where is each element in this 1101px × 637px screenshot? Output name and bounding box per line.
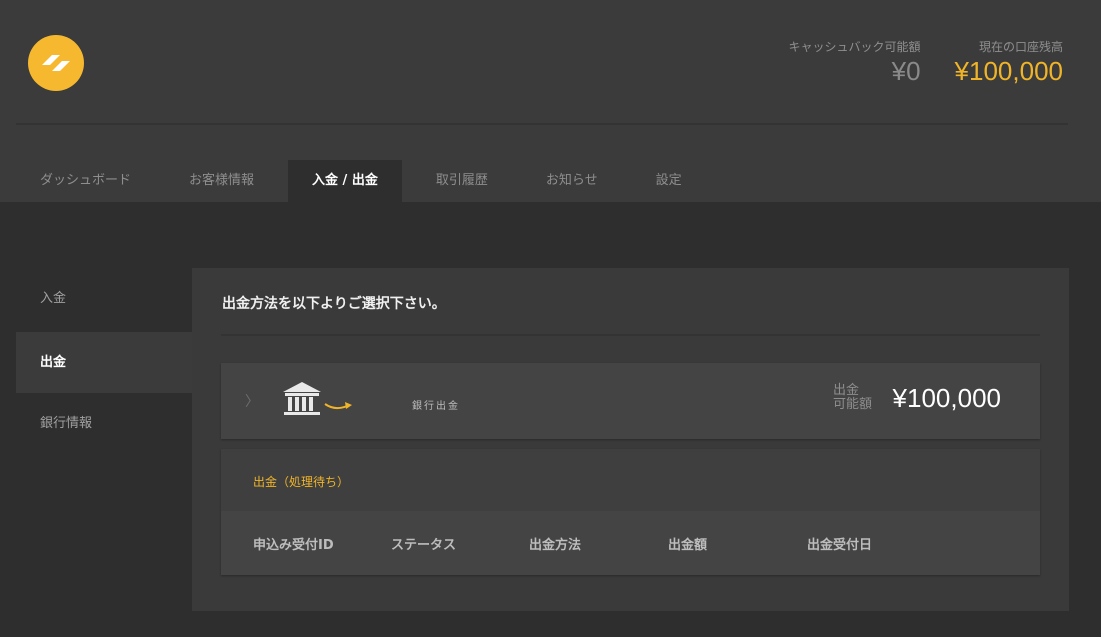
sidebar: 入金 出金 銀行情報 <box>16 268 192 454</box>
column-header-method: 出金方法 <box>529 537 582 553</box>
table-header: 申込み受付ID ステータス 出金方法 出金額 出金受付日 <box>221 511 1040 575</box>
bank-withdraw-label: 銀行出金 <box>412 401 460 412</box>
header-divider <box>16 123 1068 125</box>
cashback-block: キャッシュバック可能額 ¥0 <box>789 38 921 87</box>
tab-dashboard[interactable]: ダッシュボード <box>16 160 155 202</box>
main-tabs: ダッシュボード お客様情報 入金 / 出金 取引履歴 お知らせ 設定 <box>16 160 716 202</box>
withdraw-panel: 出金方法を以下よりご選択下さい。 〉 銀行出金 出金 可能額 ¥100,000 … <box>192 268 1069 611</box>
sidebar-item-withdraw[interactable]: 出金 <box>16 332 192 393</box>
bank-icon <box>281 380 357 424</box>
sidebar-item-bank-info[interactable]: 銀行情報 <box>16 393 192 454</box>
available-label-line2: 可能額 <box>833 397 873 412</box>
balance-value: ¥100,000 <box>954 56 1063 86</box>
page-title: 出金方法を以下よりご選択下さい。 <box>222 296 446 312</box>
available-label: 出金 可能額 <box>833 384 872 412</box>
chevron-right-icon: 〉 <box>245 394 259 410</box>
tab-settings[interactable]: 設定 <box>632 160 706 202</box>
cashback-value: ¥0 <box>891 56 921 86</box>
tab-trade-history[interactable]: 取引履歴 <box>412 160 512 202</box>
tab-notices[interactable]: お知らせ <box>522 160 622 202</box>
column-header-amount: 出金額 <box>668 537 708 553</box>
tab-customer-info[interactable]: お客様情報 <box>165 160 278 202</box>
cashback-label: キャッシュバック可能額 <box>788 40 921 54</box>
logo-icon[interactable] <box>28 35 84 91</box>
tab-deposit-withdraw[interactable]: 入金 / 出金 <box>288 160 402 202</box>
balances: キャッシュバック可能額 ¥0 現在の口座残高 ¥100,000 <box>789 38 1063 87</box>
sidebar-item-deposit[interactable]: 入金 <box>16 268 192 332</box>
header: キャッシュバック可能額 ¥0 現在の口座残高 ¥100,000 ダッシュボード … <box>0 0 1101 202</box>
bank-withdraw-option[interactable]: 〉 銀行出金 出金 可能額 ¥100,000 <box>221 363 1040 439</box>
pending-title: 出金（処理待ち） <box>253 475 350 489</box>
column-header-status: ステータス <box>391 537 457 553</box>
column-header-application-id: 申込み受付ID <box>253 537 334 553</box>
available-label-line1: 出金 <box>833 383 860 398</box>
balance-block: 現在の口座残高 ¥100,000 <box>955 38 1063 87</box>
available-value: ¥100,000 <box>892 383 1001 413</box>
column-header-date: 出金受付日 <box>807 537 873 553</box>
panel-divider <box>221 334 1040 336</box>
balance-label: 現在の口座残高 <box>978 40 1063 54</box>
pending-withdrawals: 出金（処理待ち） 申込み受付ID ステータス 出金方法 出金額 出金受付日 <box>221 449 1040 575</box>
